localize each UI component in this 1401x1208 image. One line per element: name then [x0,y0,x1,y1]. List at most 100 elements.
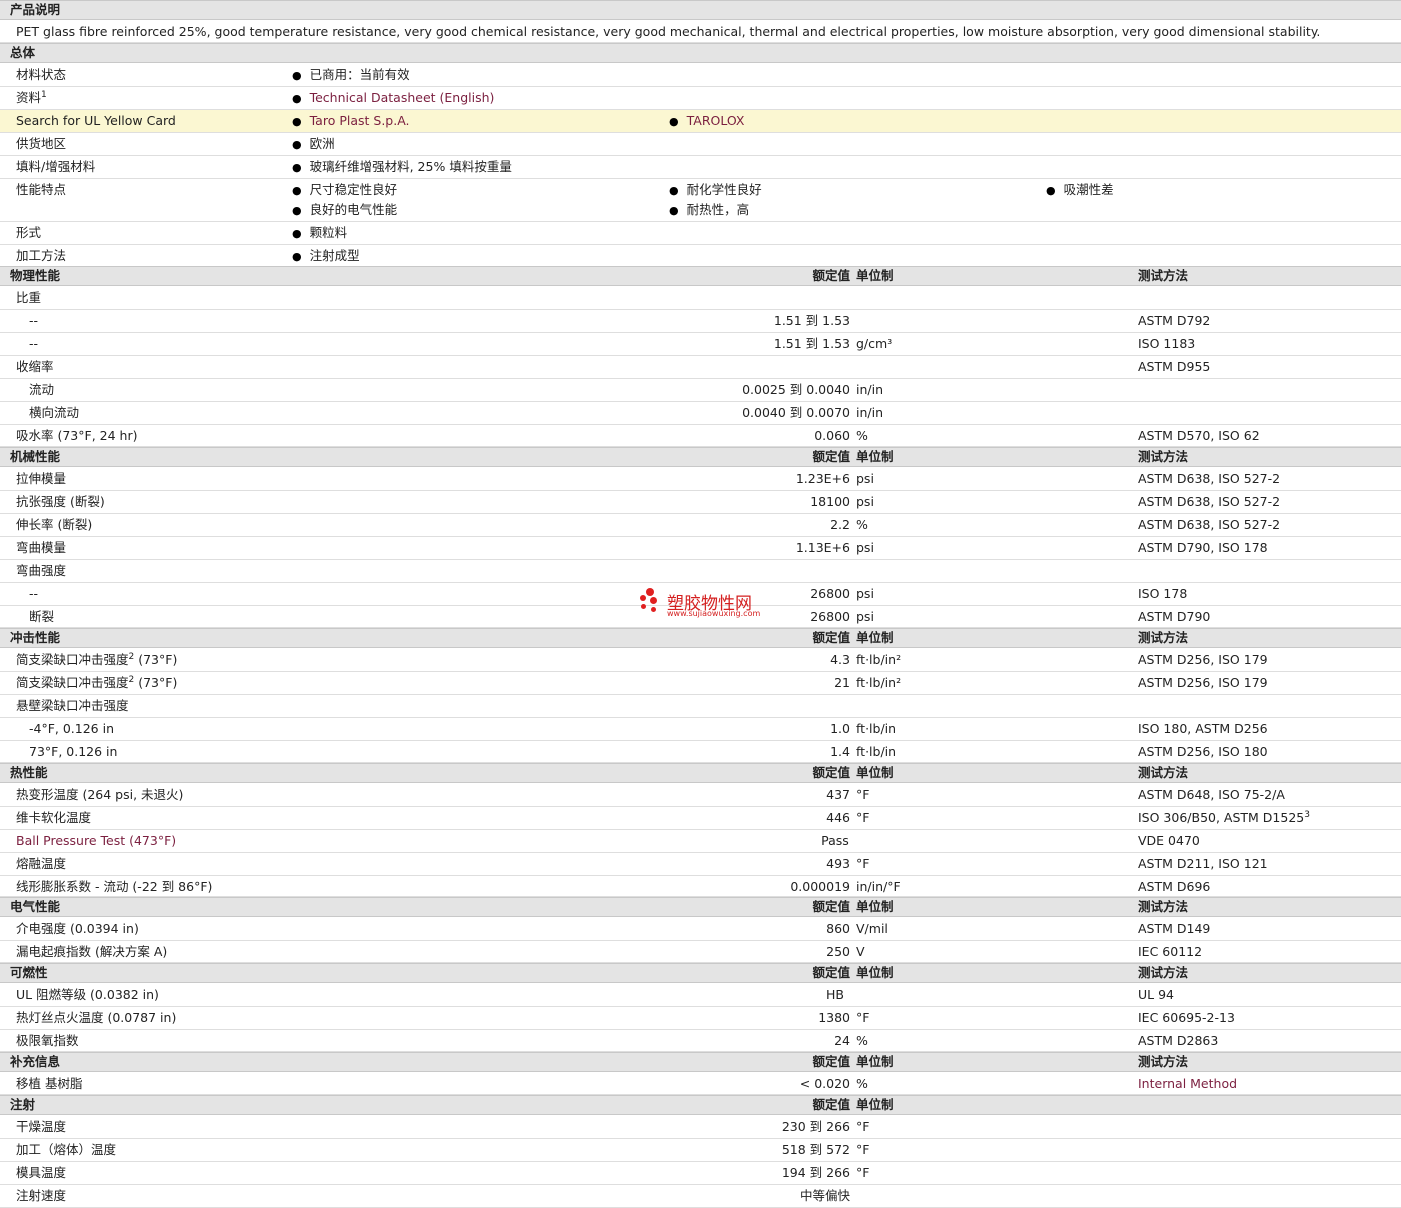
property-unit: ft·lb/in² [856,675,902,690]
property-label: 横向流动 [29,405,80,420]
property-label: -- [29,336,39,351]
property-row: 弯曲强度 [0,560,1401,583]
property-value: 437 [826,787,850,802]
property-label: 流动 [29,382,55,397]
test-method: IEC 60112 [1138,944,1203,959]
general-row: 供货地区 欧洲 [0,133,1401,156]
column-header-unit: 单位制 [856,965,894,980]
column-header-test-method: 测试方法 [1138,1054,1189,1069]
section-title: 补充信息 [10,1054,61,1069]
test-method: ASTM D2863 [1138,1033,1219,1048]
section-header: 机械性能 额定值 单位制 测试方法 [0,447,1401,467]
property-row: 伸长率 (断裂) 2.2% ASTM D638, ISO 527-2 [0,514,1401,537]
test-method: VDE 0470 [1138,833,1200,848]
property-row: -- 1.51 到 1.53 g/cm³ ISO 1183 [0,333,1401,356]
property-unit: psi [856,494,874,509]
property-unit: % [856,1033,868,1048]
property-label: 73°F, 0.126 in [29,744,118,759]
property-value: 中等偏快 [799,1188,850,1203]
property-unit: ft·lb/in² [856,652,902,667]
property-row: 加工（熔体）温度 518 到 572 °F [0,1139,1401,1162]
property-row: 简支梁缺口冲击强度2 (73°F) 4.3 ft·lb/in² ASTM D256, … [0,649,1401,672]
property-label: -- [29,313,39,328]
general-label[interactable]: Search for UL Yellow Card [16,113,176,129]
general-row: 形式 颗粒料 [0,222,1401,245]
property-label: 收缩率 [16,359,54,374]
property-label: 吸水率 (73°F, 24 hr) [16,428,138,443]
property-label: 简支梁缺口冲击强度2 (73°F) [16,675,178,690]
footnote-marker[interactable]: 2 [129,652,135,662]
general-value-link[interactable]: Technical Datasheet (English) [292,90,495,107]
property-label: 移植 基树脂 [16,1076,83,1091]
property-row: 73°F, 0.126 in 1.4 ft·lb/in ASTM D256, ISO … [0,741,1401,763]
property-label: 漏电起痕指数 (解决方案 A) [16,944,168,959]
property-row: 线形膨胀系数 - 流动 (-22 到 86°F) 0.000019 in/in/°F… [0,876,1401,897]
property-value: 1.51 到 1.53 [773,313,850,328]
footnote-marker[interactable]: 1 [41,90,47,100]
section-header-product: 产品说明 [0,0,1401,20]
section-title: 总体 [10,45,36,60]
footnote-marker[interactable]: 2 [129,675,135,685]
property-unit: ft·lb/in [856,721,897,736]
property-label: 极限氧指数 [16,1033,79,1048]
general-value-link[interactable]: TAROLOX [669,113,745,130]
property-unit: V/mil [856,921,888,936]
general-value-link[interactable]: Taro Plast S.p.A. [292,113,410,130]
general-row: Search for UL Yellow Card Taro Plast S.p.… [0,110,1401,133]
test-method: ASTM D790, ISO 178 [1138,540,1268,555]
test-method: ASTM D638, ISO 527-2 [1138,471,1281,486]
property-row: 收缩率 ASTM D955 [0,356,1401,379]
test-method: ASTM D256, ISO 180 [1138,744,1268,759]
general-value: 欧洲 [292,136,335,153]
general-label: 加工方法 [16,248,67,263]
property-unit: °F [856,1119,870,1134]
property-value: 2.2 [830,517,850,532]
general-value: 耐热性，高 [669,202,750,219]
property-value: 0.0040 到 0.0070 [742,405,850,420]
property-value: 1380 [818,1010,850,1025]
property-unit: °F [856,856,870,871]
property-label: 介电强度 (0.0394 in) [16,921,139,936]
property-label: 断裂 [29,609,55,624]
property-unit: V [856,944,865,959]
test-method: ASTM D792 [1138,313,1211,328]
product-description-row: PET glass fibre reinforced 25%, good tem… [0,20,1401,43]
general-label: 材料状态 [16,67,67,82]
property-row: 维卡软化温度 446 °F ISO 306/B50, ASTM D15253 [0,807,1401,830]
footnote-marker[interactable]: 3 [1304,810,1310,820]
test-method[interactable]: Internal Method [1138,1076,1237,1092]
section-header: 注射 额定值 单位制 [0,1095,1401,1115]
property-value: 1.13E+6 [795,540,850,555]
section-header: 可燃性 额定值 单位制 测试方法 [0,963,1401,983]
general-row: 加工方法 注射成型 [0,245,1401,268]
property-label: 弯曲强度 [16,563,67,578]
property-label[interactable]: Ball Pressure Test (473°F) [16,833,176,849]
property-label: 悬壁梁缺口冲击强度 [16,698,129,713]
general-label: 供货地区 [16,136,67,151]
property-row: 熔融温度 493 °F ASTM D211, ISO 121 [0,853,1401,876]
column-header-test-method: 测试方法 [1138,630,1189,645]
test-method: ASTM D149 [1138,921,1211,936]
column-header-test-method: 测试方法 [1138,765,1189,780]
property-row: 极限氧指数 24% ASTM D2863 [0,1030,1401,1052]
section-title: 电气性能 [10,899,61,914]
property-unit: in/in/°F [856,879,901,894]
column-header-unit: 单位制 [856,449,894,464]
property-row: 介电强度 (0.0394 in) 860 V/mil ASTM D149 [0,918,1401,941]
property-row: 横向流动 0.0040 到 0.0070 in/in [0,402,1401,425]
column-header-nominal: 额定值 [812,965,850,980]
property-label: 线形膨胀系数 - 流动 (-22 到 86°F) [16,879,213,894]
general-label: 资料1 [16,90,47,105]
property-unit: °F [856,1010,870,1025]
property-row: 注射速度 中等偏快 [0,1185,1401,1208]
property-value: 1.0 [830,721,850,736]
property-unit: °F [856,1165,870,1180]
general-value: 耐化学性良好 [669,182,762,199]
test-method: ASTM D256, ISO 179 [1138,652,1268,667]
property-unit: ft·lb/in [856,744,897,759]
property-value: 194 到 266 [781,1165,850,1180]
column-header-test-method: 测试方法 [1138,965,1189,980]
column-header-nominal: 额定值 [812,449,850,464]
test-method: ASTM D638, ISO 527-2 [1138,517,1281,532]
general-label: 性能特点 [16,182,67,197]
